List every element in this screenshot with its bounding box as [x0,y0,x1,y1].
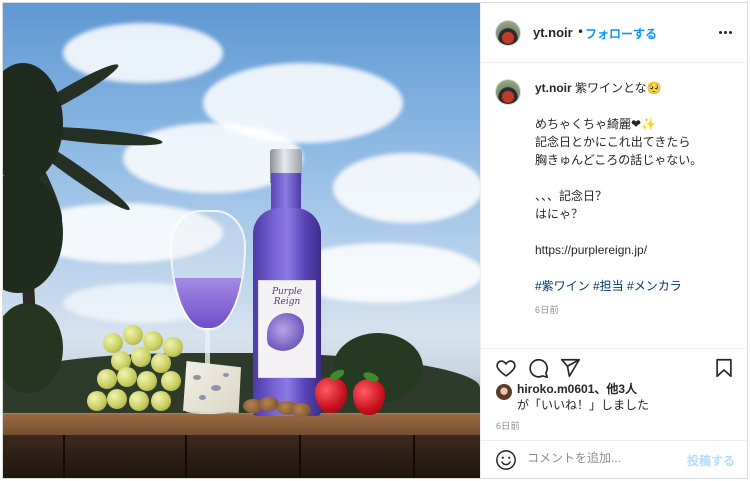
post-caption: yt.noir 紫ワインとな🥺 めちゃくちゃ綺麗❤︎✨ 記念日とかにこれ出てきた… [535,79,739,319]
more-options-icon[interactable] [715,22,735,42]
likes-summary: hiroko.m0601、他3人 が「いいね！」しました [517,381,649,413]
header-separator: • [577,25,585,39]
caption-line: 記念日とかにこれ出てきたら [535,135,691,149]
follow-button[interactable]: フォローする [585,25,657,42]
blue-cheese [183,361,241,413]
wooden-table [3,413,480,435]
post-timestamp[interactable]: 6日前 [496,419,520,432]
caption-hashtags[interactable]: #紫ワイン #担当 #メンカラ [535,277,739,295]
caption-line: はにゃ？ [535,207,584,221]
post-photo[interactable]: Purple Reign [3,3,480,478]
author-username[interactable]: yt.noir [533,25,573,40]
caption-line [535,169,739,187]
caption-line: 胸きゅんどころの話じゃない。 [535,153,703,167]
post-side-panel: yt.noir • フォローする yt.noir 紫ワインとな🥺 めちゃくちゃ綺… [480,3,749,478]
caption-timestamp[interactable]: 6日前 [535,301,739,319]
caption-line [535,223,739,241]
author-avatar[interactable] [495,20,521,46]
liker-username[interactable]: hiroko.m0601 [517,382,594,396]
likes-suffix: が「いいね！」しました [517,398,650,412]
bottle-label: Purple Reign [258,280,316,378]
caption-line: 、、、記念日？ [535,189,608,203]
post-card: Purple Reign yt.noir • フォローする yt.noir 紫ワ… [2,2,749,479]
caption-line: yt.noir 紫ワインとな🥺 [535,79,739,97]
caption-first-line: 紫ワインとな🥺 [575,81,662,95]
caption-author-avatar[interactable] [495,79,521,105]
caption-username[interactable]: yt.noir [535,81,572,95]
heart-icon[interactable] [495,357,517,379]
emoji-icon[interactable] [495,449,517,471]
comment-input[interactable] [527,451,677,465]
action-bar [481,348,749,384]
wine-glass [170,210,246,330]
share-icon[interactable] [559,357,581,379]
caption-line [535,259,739,277]
caption-link[interactable]: https://purplereign.jp/ [535,241,739,259]
post-header: yt.noir • フォローする [481,3,749,63]
post-comment-button[interactable]: 投稿する [687,452,735,469]
caption-line: めちゃくちゃ綺麗❤︎✨ [535,117,656,131]
liker-avatar[interactable] [496,384,512,400]
comment-box: 投稿する [481,440,749,478]
bottle-label-text: Purple Reign [271,287,303,307]
likes-others[interactable]: 、他3人 [594,382,637,396]
bookmark-icon[interactable] [713,357,735,379]
comment-icon[interactable] [527,357,549,379]
